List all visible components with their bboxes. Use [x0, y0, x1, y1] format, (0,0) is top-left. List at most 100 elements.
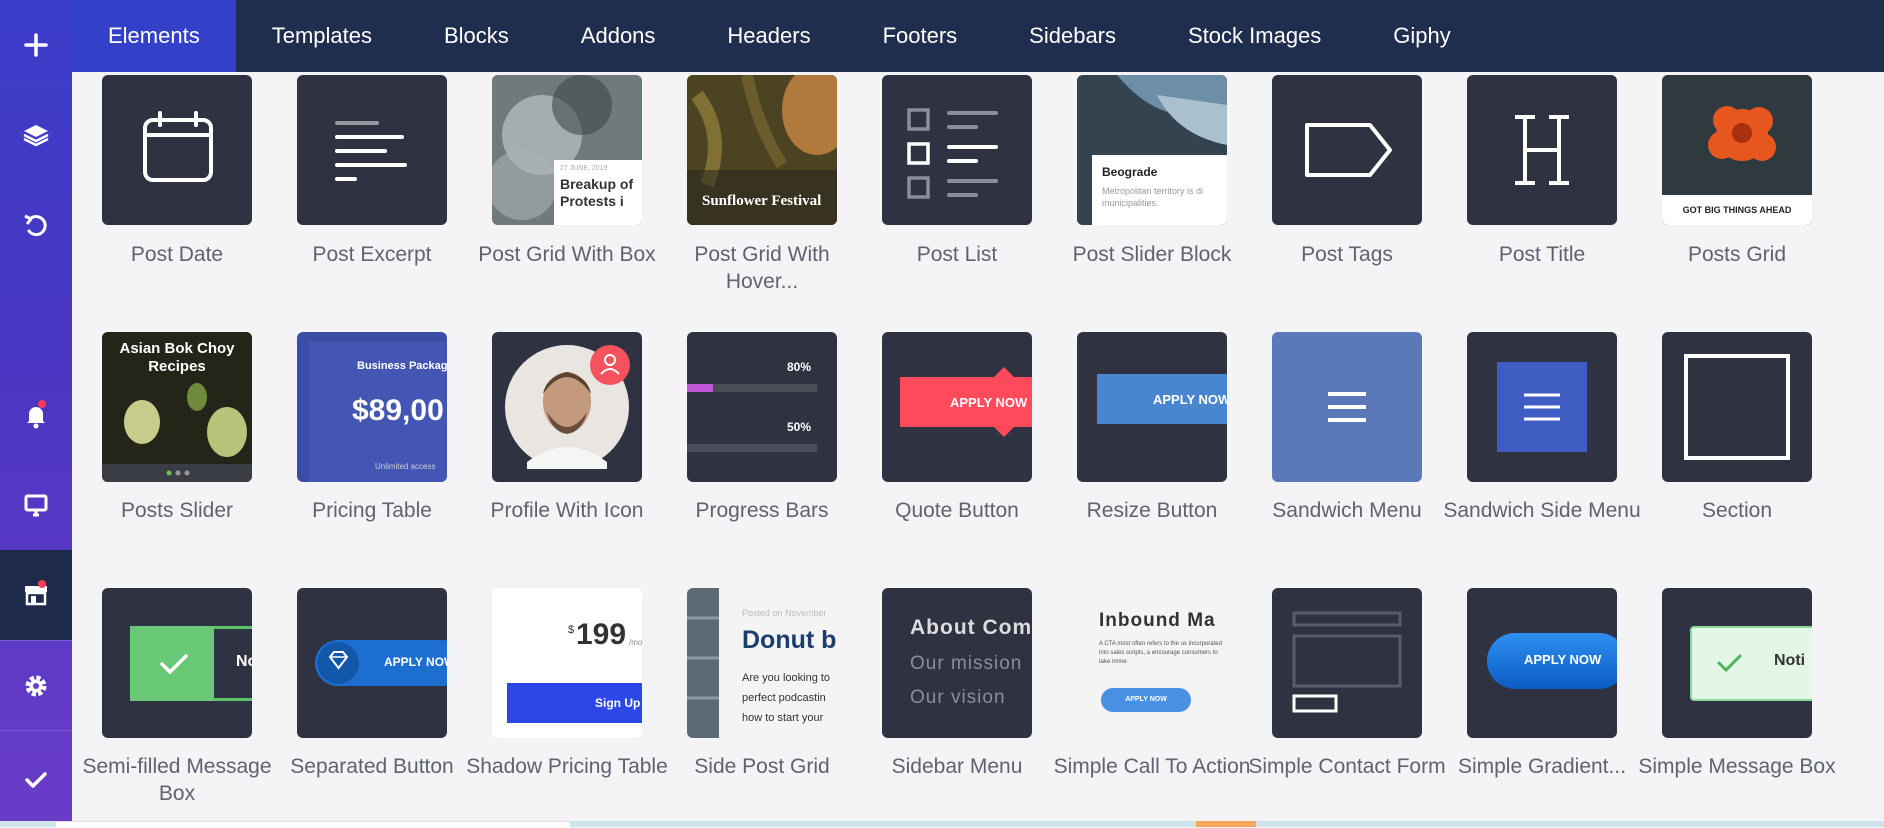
post-grid-with-hover-tile[interactable]: Sunflower Festival: [687, 75, 837, 225]
pricing-price: $89,00: [352, 394, 444, 427]
element-label: Sidebar Menu: [891, 755, 1023, 778]
simple-message-box-tile[interactable]: Noti: [1662, 588, 1812, 738]
side-post-title: Donut b: [742, 626, 837, 654]
slider-caption: Asian Bok Choy Recipes: [119, 340, 235, 375]
post-slider-block-tile[interactable]: Beograde Metropolitan territory is di mu…: [1077, 75, 1227, 225]
element-label: Resize Button: [1086, 499, 1218, 522]
profile-avatar-image: [505, 345, 630, 469]
tab-giphy[interactable]: Giphy: [1357, 0, 1486, 72]
check-icon: [160, 654, 188, 675]
undo-button[interactable]: [0, 180, 72, 270]
element-label: Post Grid With Hover...: [694, 243, 830, 293]
post-grid-with-box-tile[interactable]: 27 JUNE, 2019 Breakup of Protests i: [492, 75, 642, 225]
posts-slider-tile[interactable]: Asian Bok Choy Recipes: [102, 332, 252, 482]
post-list-tile[interactable]: [882, 75, 1032, 225]
side-post-date: Posted on November: [742, 608, 827, 618]
element-label: Post Slider Block: [1072, 243, 1232, 266]
element-label: Simple Call To Action: [1053, 755, 1251, 778]
layers-icon: [23, 125, 49, 147]
post-title-tile[interactable]: [1467, 75, 1617, 225]
simple-contact-form-tile[interactable]: [1272, 588, 1422, 738]
tab-templates[interactable]: Templates: [236, 0, 408, 72]
post-box: 27 JUNE, 2019 Breakup of Protests i: [554, 160, 642, 225]
side-post-grid-tile[interactable]: Posted on November Donut b Are you looki…: [687, 588, 837, 738]
section-tile[interactable]: [1662, 332, 1812, 482]
sidebar-menu-tile[interactable]: About Com Our mission Our vision: [882, 588, 1032, 738]
store-button[interactable]: [0, 550, 72, 640]
bottom-scroll-strip: [0, 821, 1884, 828]
post-title-text: Breakup of Protests i: [560, 176, 634, 209]
square-outline-icon: [1684, 354, 1790, 460]
progress-track-1: [687, 384, 817, 392]
pricing-package: Business Package: [357, 360, 447, 372]
tab-addons[interactable]: Addons: [545, 0, 692, 72]
price-currency: $: [568, 624, 575, 636]
progress-bars-tile[interactable]: 80% 50%: [687, 332, 837, 482]
gear-icon: [25, 675, 47, 697]
add-button[interactable]: [0, 0, 72, 90]
element-label: Quote Button: [895, 499, 1019, 522]
quote-button-label: APPLY NOW: [950, 395, 1028, 410]
cta-button-label: APPLY NOW: [1125, 696, 1167, 703]
bottom-segment-orange: [1196, 821, 1256, 827]
gradient-button-label: APPLY NOW: [1524, 652, 1602, 667]
semi-filled-message-box-tile[interactable]: No: [102, 588, 252, 738]
sandwich-side-menu-tile[interactable]: [1467, 332, 1617, 482]
message-text: Noti: [1774, 652, 1806, 669]
tab-stock-images[interactable]: Stock Images: [1152, 0, 1357, 72]
check-icon: [25, 771, 47, 788]
left-sidebar: [0, 0, 72, 827]
element-label: Simple Contact Form: [1248, 755, 1446, 778]
post-date-tile[interactable]: [102, 75, 252, 225]
pricing-table-tile[interactable]: Business Package $89,00 Unlimited access: [297, 332, 447, 482]
shadow-pricing-table-tile[interactable]: $ 199 /mo Sign Up: [492, 588, 642, 738]
element-label: Simple Message Box: [1638, 755, 1836, 778]
element-label: Sandwich Side Menu: [1443, 499, 1641, 522]
post-excerpt-tile[interactable]: [297, 75, 447, 225]
tab-elements[interactable]: Elements: [72, 0, 236, 72]
cta-title: Inbound Ma: [1099, 610, 1216, 631]
simple-call-to-action-tile[interactable]: Inbound Ma A CTA most often refers to th…: [1077, 588, 1227, 738]
wood-image: [687, 588, 719, 738]
element-label: Semi-filled Message Box: [82, 755, 272, 805]
tab-sidebars[interactable]: Sidebars: [993, 0, 1152, 72]
element-label: Post Grid With Box: [478, 243, 656, 266]
tab-headers[interactable]: Headers: [691, 0, 846, 72]
resize-button-tile[interactable]: APPLY NOW: [1077, 332, 1227, 482]
element-label: Post List: [916, 243, 998, 266]
bell-icon: [27, 407, 45, 429]
monitor-icon: [24, 494, 48, 517]
preview-button[interactable]: [0, 460, 72, 550]
hamburger-icon: [1524, 393, 1560, 421]
progress-fill-1: [687, 384, 713, 392]
tab-footers[interactable]: Footers: [847, 0, 994, 72]
layers-button[interactable]: [0, 90, 72, 180]
profile-with-icon-tile[interactable]: [492, 332, 642, 482]
form-icon: [1292, 611, 1402, 713]
checklist-icon: [907, 108, 998, 199]
element-label: Progress Bars: [695, 499, 829, 522]
sandwich-menu-tile[interactable]: [1272, 332, 1422, 482]
pricing-note: Unlimited access: [375, 462, 436, 471]
tab-blocks[interactable]: Blocks: [408, 0, 545, 72]
settings-button[interactable]: [0, 640, 72, 731]
slider-caption-box: Beograde Metropolitan territory is di mu…: [1092, 155, 1227, 225]
sidebar-menu-item-2: Our mission: [910, 653, 1023, 674]
separated-button-tile[interactable]: APPLY NOW: [297, 588, 447, 738]
sidebar-menu-item-3: Our vision: [910, 687, 1006, 708]
element-label: Section: [1701, 499, 1773, 522]
quote-button-tile[interactable]: APPLY NOW: [882, 332, 1032, 482]
posts-grid-tile[interactable]: GOT BIG THINGS AHEAD: [1662, 75, 1812, 225]
element-label: Post Excerpt: [312, 243, 432, 266]
post-tags-tile[interactable]: [1272, 75, 1422, 225]
notifications-button[interactable]: [0, 370, 72, 460]
side-post-text: Are you looking to perfect podcastin how…: [742, 672, 831, 724]
progress-label-2: 50%: [787, 420, 812, 434]
element-label: Post Tags: [1301, 243, 1393, 266]
slider-text: Metropolitan territory is di municipalit…: [1102, 186, 1204, 208]
simple-gradient-tile[interactable]: APPLY NOW: [1467, 588, 1617, 738]
posts-grid-caption: GOT BIG THINGS AHEAD: [1662, 195, 1812, 225]
progress-label-1: 80%: [787, 360, 812, 374]
hamburger-icon: [1328, 392, 1366, 422]
publish-button[interactable]: [0, 730, 72, 828]
